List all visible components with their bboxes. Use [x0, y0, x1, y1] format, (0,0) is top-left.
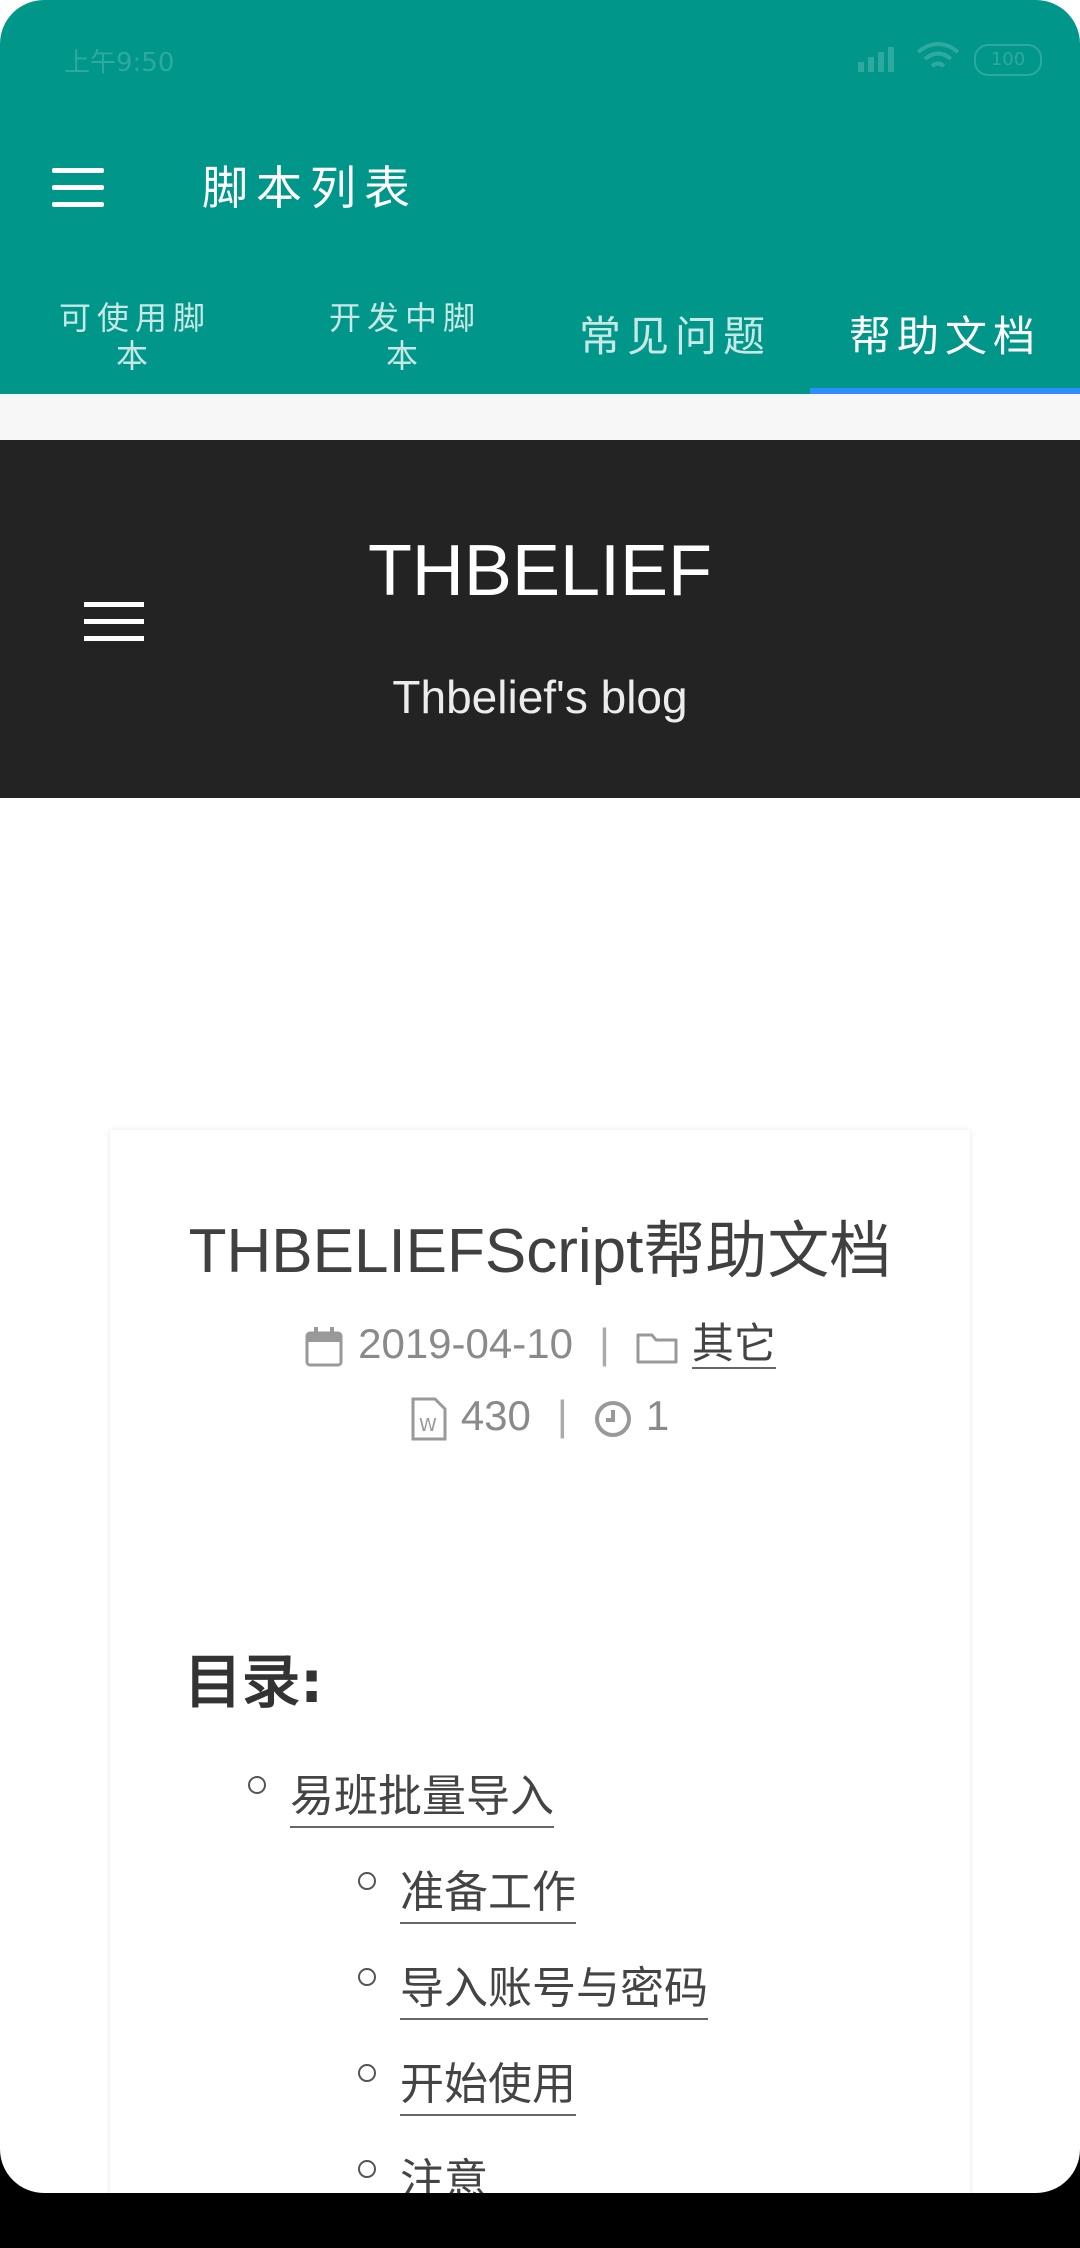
tab-bar: 可使用脚本 开发中脚本 常见问题 帮助文档 [0, 280, 1080, 394]
toc-item[interactable]: 易班批量导入 [248, 1760, 554, 1828]
tab-dev-scripts[interactable]: 开发中脚本 [270, 280, 540, 394]
toc-item[interactable]: 导入账号与密码 [358, 1952, 708, 2020]
blog-subtitle: Thbelief's blog [392, 671, 688, 723]
divider [0, 394, 1080, 440]
toc-heading: 目录: [184, 1648, 324, 1716]
bullet-icon [248, 1776, 266, 1794]
post-meta-stats: W 430 | 1 [110, 1392, 970, 1441]
tab-label: 帮助文档 [848, 312, 1041, 361]
tab-label: 常见问题 [578, 312, 771, 361]
post-category-link[interactable]: 其它 [691, 1320, 776, 1369]
blog-title[interactable]: THBELIEF [0, 530, 1080, 612]
calendar-icon [305, 1326, 343, 1367]
battery-icon: 100 [974, 44, 1042, 76]
toc-link[interactable]: 开始使用 [400, 2059, 576, 2116]
tab-faq[interactable]: 常见问题 [540, 280, 810, 394]
tab-label: 开发中脚本 [328, 299, 481, 375]
blog-banner: THBELIEF Thbelief's blog [0, 440, 1080, 798]
clock-icon [594, 1400, 631, 1437]
screen: 上午9:50 100 脚本列表 可使用脚本 开发中脚本 常见问题 帮助文档 TH… [0, 0, 1080, 2193]
status-bar: 上午9:50 100 [0, 30, 1080, 86]
post-date: 2019-04-10 [358, 1320, 573, 1367]
bullet-icon [358, 1872, 376, 1890]
toc-link[interactable]: 准备工作 [400, 1867, 576, 1924]
wifi-icon [916, 42, 960, 68]
toc-item[interactable]: 开始使用 [358, 2048, 576, 2116]
tab-label: 可使用脚本 [58, 299, 211, 375]
toc-link[interactable]: 易班批量导入 [290, 1771, 554, 1828]
signal-icon [858, 47, 894, 72]
post-meta-date-category: 2019-04-10 | 其它 [110, 1310, 970, 1371]
post-card: THBELIEFScript帮助文档 2019-04-10 | 其它 W 430 |… [110, 1130, 970, 2193]
menu-icon[interactable] [52, 168, 104, 207]
status-time: 上午9:50 [64, 48, 175, 78]
word-file-icon: W [411, 1397, 447, 1441]
app-bar: 上午9:50 100 脚本列表 可使用脚本 开发中脚本 常见问题 帮助文档 [0, 0, 1080, 394]
toc-item[interactable]: 准备工作 [358, 1856, 576, 1924]
post-word-count: 430 [460, 1392, 531, 1439]
bullet-icon [358, 2064, 376, 2082]
page-title: 脚本列表 [202, 161, 418, 215]
tab-help-docs[interactable]: 帮助文档 [810, 280, 1080, 394]
tab-available-scripts[interactable]: 可使用脚本 [0, 280, 270, 394]
toc-link[interactable]: 注意 [400, 2155, 488, 2193]
toc-item[interactable]: 注意 [358, 2144, 488, 2193]
post-read-time: 1 [645, 1392, 670, 1439]
bullet-icon [358, 2160, 376, 2178]
bullet-icon [358, 1968, 376, 1986]
folder-icon [636, 1333, 678, 1364]
svg-text:W: W [419, 1415, 437, 1436]
toc-link[interactable]: 导入账号与密码 [400, 1963, 708, 2020]
post-title: THBELIEFScript帮助文档 [188, 1217, 892, 1286]
